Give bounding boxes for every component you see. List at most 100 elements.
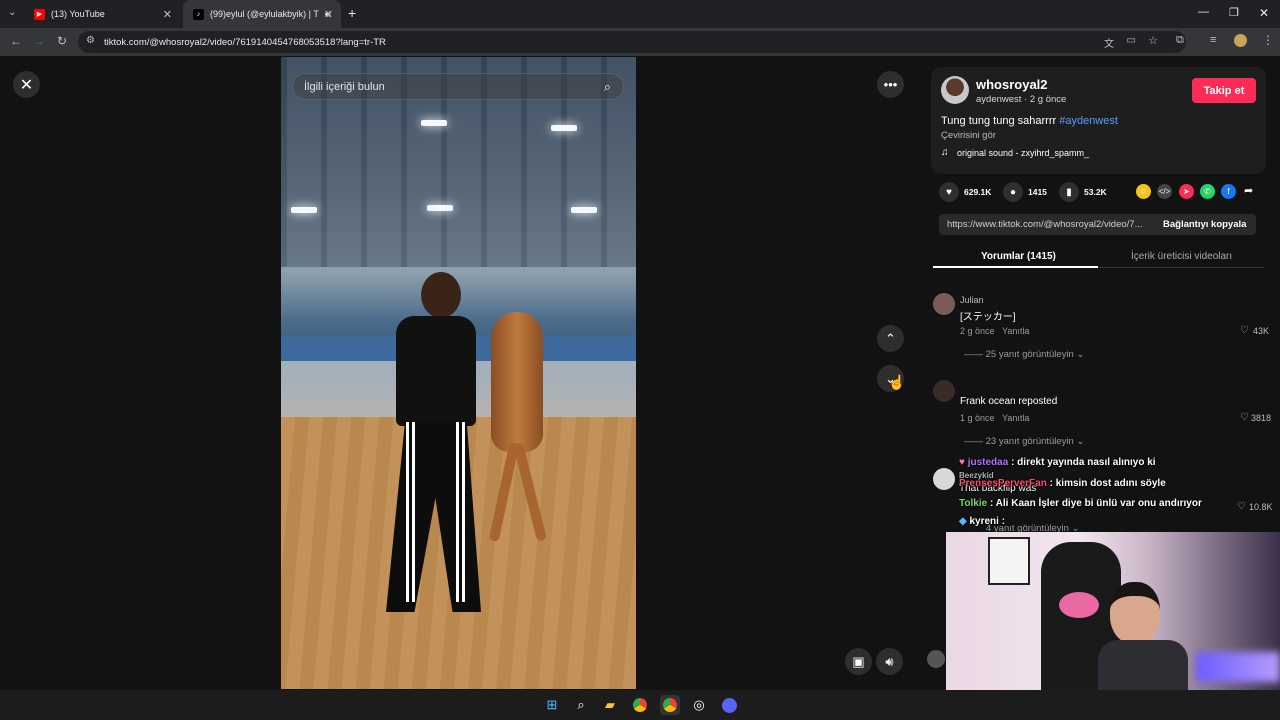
related-search-placeholder: İlgili içeriği bulun (304, 80, 385, 93)
heart-icon: ♥ (946, 186, 952, 198)
search-icon[interactable]: ⌕ (604, 79, 611, 95)
address-bar-row: ⚙ tiktok.com/@whosroyal2/video/761914045… (0, 28, 1280, 56)
friends-share-icon[interactable]: ☺ (1136, 184, 1151, 199)
chat-text: : Ali Kaan İşler diye bi ünlü var onu an… (989, 498, 1202, 509)
bookmark-star-icon[interactable]: ☆ (1148, 34, 1158, 47)
chat-username: justedaa (967, 457, 1009, 468)
author-avatar[interactable] (941, 76, 969, 104)
tab-creator-videos[interactable]: İçerik üreticisi videoları (1131, 251, 1232, 262)
music-note-icon: ♫ (941, 147, 949, 158)
comment-button[interactable]: ● (1003, 182, 1023, 202)
reply-button[interactable]: Yanıtla (1002, 326, 1029, 336)
bookmark-icon: ▮ (1066, 186, 1072, 198)
volume-button[interactable]: 🔊︎ (876, 648, 903, 675)
site-info-icon[interactable]: ⚙ (86, 35, 95, 46)
like-button[interactable]: ♥ (939, 182, 959, 202)
chat-message: PrensesPerverFan : kimsin dost adını söy… (959, 478, 1166, 489)
chat-text: : direkt yayında nasıl alınıyo ki (1011, 457, 1156, 468)
send-icon[interactable]: ➤ (1179, 184, 1194, 199)
tab-youtube[interactable]: ▶ (13) YouTube ✕ (24, 0, 180, 28)
comment-count: 1415 (1028, 187, 1047, 197)
cast-icon[interactable]: ▭ (1127, 35, 1136, 46)
facebook-icon[interactable]: f (1221, 184, 1236, 199)
pip-icon: ▣ (852, 653, 865, 669)
discord-icon[interactable] (719, 695, 739, 715)
comment-like-icon[interactable]: ♡ (1237, 501, 1246, 512)
minimize-icon[interactable]: — (1198, 6, 1209, 18)
hashtag-link[interactable]: #aydenwest (1059, 115, 1118, 127)
volume-icon: 🔊︎ (885, 653, 894, 669)
avatar[interactable] (933, 293, 955, 315)
translate-icon[interactable]: 文 (1104, 35, 1114, 50)
comment-like-icon[interactable]: ♡ (1240, 412, 1249, 423)
reply-button[interactable]: Yanıtla (1002, 413, 1029, 423)
like-count: 629.1K (964, 187, 992, 197)
chrome-icon[interactable] (630, 695, 650, 715)
previous-video-button[interactable]: ⌃ (877, 325, 904, 352)
comment-like-icon[interactable]: ♡ (1240, 325, 1249, 336)
chat-badge-icon: ◆ (959, 516, 967, 527)
chrome-active-icon[interactable] (660, 695, 680, 715)
chat-username: Tolkie (959, 498, 988, 509)
view-replies-button[interactable]: —— 25 yanıt görüntüleyin ⌄ (964, 349, 1084, 360)
forward-icon[interactable]: → (33, 34, 45, 48)
menu-icon[interactable]: ⋮ (1262, 33, 1274, 47)
chat-username: PrensesPerverFan (959, 478, 1047, 489)
search-icon[interactable]: ⌕ (571, 695, 591, 715)
video-frame-dancer (376, 272, 486, 632)
author-username[interactable]: whosroyal2 (976, 77, 1048, 92)
chat-text: : kimsin dost adını söyle (1049, 478, 1166, 489)
new-tab-icon[interactable]: + (348, 5, 356, 21)
chevron-down-icon: ⌄ (1076, 349, 1085, 360)
video-frame-light (551, 125, 577, 131)
follow-button[interactable]: Takip et (1192, 78, 1256, 103)
more-options-button[interactable]: ••• (877, 71, 904, 98)
author-subline: aydenwest · 2 g önce (976, 94, 1067, 105)
close-tab-icon[interactable]: ✕ (324, 8, 333, 21)
comment-username[interactable]: Julian (960, 295, 984, 305)
back-icon[interactable]: ← (10, 34, 22, 48)
save-count: 53.2K (1084, 187, 1107, 197)
comment-time: 1 g önce (960, 413, 995, 423)
comment-icon: ● (1009, 186, 1017, 198)
profile-avatar[interactable] (1234, 34, 1247, 47)
url-text: tiktok.com/@whosroyal2/video/76191404547… (104, 36, 386, 48)
tab-comments[interactable]: Yorumlar (1415) (981, 251, 1056, 262)
tab-search-icon[interactable]: ⌄ (8, 7, 16, 18)
related-search-input[interactable]: İlgili içeriği bulun ⌕ (292, 73, 624, 100)
tiktok-icon: ♪ (193, 8, 204, 20)
whatsapp-icon[interactable]: ✆ (1200, 184, 1215, 199)
view-replies-button[interactable]: —— 23 yanıt görüntüleyin ⌄ (964, 436, 1084, 447)
view-replies-label: 25 yanıt görüntüleyin (985, 349, 1074, 360)
embed-icon[interactable]: </> (1157, 184, 1172, 199)
video-player[interactable] (281, 57, 636, 689)
tab-tiktok[interactable]: ♪ (99)eylul (@eylulakbyik) | T 🔊︎ ✕ (183, 0, 341, 28)
close-window-icon[interactable]: ✕ (1259, 6, 1269, 20)
restore-icon[interactable]: ❐ (1229, 6, 1239, 19)
more-icon: ••• (883, 77, 898, 92)
windows-start-icon[interactable]: ⊞ (542, 695, 562, 715)
save-button[interactable]: ▮ (1059, 182, 1079, 202)
obs-icon[interactable]: ◎ (689, 695, 709, 715)
comment-like-count: 43K (1253, 326, 1270, 336)
translate-link[interactable]: Çevirisini gör (941, 130, 996, 141)
chat-message: ♥ justedaa : direkt yayında nasıl alınıy… (959, 457, 1156, 468)
sound-link[interactable]: original sound - zxyihrd_spamm_ (957, 148, 1089, 158)
reading-list-icon[interactable]: ≡ (1210, 34, 1216, 46)
video-frame-light (571, 207, 597, 213)
close-video-button[interactable]: ✕ (13, 71, 40, 98)
close-tab-icon[interactable]: ✕ (163, 8, 172, 21)
avatar[interactable] (933, 468, 955, 490)
tab-youtube-label: (13) YouTube (51, 9, 105, 19)
reload-icon[interactable]: ↻ (57, 34, 67, 48)
pip-button[interactable]: ▣ (845, 648, 872, 675)
avatar[interactable] (927, 650, 945, 668)
extensions-icon[interactable]: ⧉ (1176, 34, 1184, 47)
share-arrow-icon[interactable]: ➦ (1244, 184, 1253, 197)
file-explorer-icon[interactable]: ▰ (600, 695, 620, 715)
avatar[interactable] (933, 380, 955, 402)
video-frame-light (421, 120, 447, 126)
url-input[interactable]: ⚙ tiktok.com/@whosroyal2/video/761914045… (78, 31, 1186, 53)
reply-divider: —— (964, 349, 983, 360)
copy-link-button[interactable]: Bağlantıyı kopyala (1163, 219, 1246, 230)
